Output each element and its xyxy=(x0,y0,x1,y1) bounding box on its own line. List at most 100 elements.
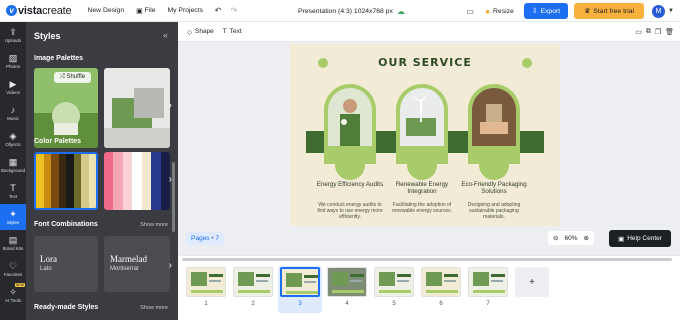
avatar[interactable]: M xyxy=(652,4,666,18)
comment-slide-icon[interactable]: ▭ xyxy=(635,28,642,36)
image-palette-1[interactable]: ⤮ Shuffle xyxy=(34,68,98,148)
duplicate-icon[interactable]: ⧉ xyxy=(646,28,651,36)
new-design-button[interactable]: New Design xyxy=(83,7,128,14)
rail-item-styles[interactable]: ✦ Styles xyxy=(0,204,26,230)
pages-badge[interactable]: Pages • 7 xyxy=(186,232,224,245)
zoom-out-icon[interactable]: ⊖ xyxy=(553,234,558,242)
color-palette-2[interactable] xyxy=(104,152,170,210)
image-palette-2[interactable] xyxy=(104,68,170,148)
font-combination-1[interactable]: Lora Lato xyxy=(34,236,98,292)
service-photo-1[interactable] xyxy=(328,88,372,146)
page-thumbnail-preview xyxy=(286,273,318,294)
trash-icon[interactable]: 🗑 xyxy=(665,28,674,36)
start-free-trial-button[interactable]: ♛ Start free trial xyxy=(574,3,645,19)
page-thumbnail[interactable] xyxy=(421,267,461,297)
resize-button[interactable]: ● Resize xyxy=(485,7,514,16)
new-design-label: New Design xyxy=(87,7,125,14)
palette-swatch xyxy=(58,154,66,208)
person-lightbulb-photo xyxy=(328,88,372,146)
rail-label: Brand Kits xyxy=(2,245,24,251)
color-palettes-heading: Color Palettes xyxy=(34,138,82,145)
palette-swatch xyxy=(113,152,123,210)
font-combinations-show-more[interactable]: Show more xyxy=(140,222,168,228)
service-title[interactable]: Renewable Energy Integration xyxy=(387,181,457,195)
zoom-level[interactable]: 60% xyxy=(564,235,577,242)
rail-item-background[interactable]: ▦ Background xyxy=(0,152,26,178)
ready-made-show-more[interactable]: Show more xyxy=(140,305,168,311)
shape-tool[interactable]: ◇ Shape xyxy=(187,28,214,36)
zoom-in-icon[interactable]: ⊕ xyxy=(583,234,588,242)
rail-label: Uploads xyxy=(4,37,22,43)
page-number: 3 xyxy=(298,301,302,307)
palette-swatch xyxy=(36,154,44,208)
panel-scrollbar[interactable] xyxy=(172,162,175,232)
page-thumbnail[interactable] xyxy=(233,267,273,297)
chevron-right-icon[interactable]: › xyxy=(169,260,172,271)
document-title-text: Presentation (4:3) 1024x768 px xyxy=(298,7,393,15)
document-title[interactable]: Presentation (4:3) 1024x768 px ☁ xyxy=(298,0,405,22)
decor-circle xyxy=(479,150,509,180)
page-number: 2 xyxy=(251,301,255,307)
logo-mark-icon: v xyxy=(6,5,17,16)
rail-item-objects[interactable]: ◈ Objects xyxy=(0,126,26,152)
collapse-panel-icon[interactable]: « xyxy=(163,30,168,40)
font-combinations-heading: Font Combinations xyxy=(34,221,98,228)
rail-item-favorites[interactable]: ♡ Favorites xyxy=(0,256,26,282)
chevron-down-icon[interactable]: ▼ xyxy=(668,8,674,14)
rail-item-music[interactable]: ♪ Music xyxy=(0,100,26,126)
service-photo-2[interactable] xyxy=(400,88,444,146)
undo-icon[interactable]: ↶ xyxy=(211,4,225,18)
rail-item-uploads[interactable]: ⇪ Uploads xyxy=(0,22,26,48)
page-thumbnail[interactable] xyxy=(327,267,367,297)
heart-icon: ♡ xyxy=(8,260,18,271)
comment-icon[interactable]: ▭ xyxy=(463,4,477,18)
rail-item-videos[interactable]: ▶ Videos xyxy=(0,74,26,100)
service-description[interactable]: We conduct energy audits to find ways to… xyxy=(315,202,385,220)
shuffle-button[interactable]: ⤮ Shuffle xyxy=(54,72,92,83)
font-combination-2[interactable]: Marmelad Montserrat xyxy=(104,236,170,292)
shuffle-label: Shuffle xyxy=(66,74,86,80)
vistacreate-logo[interactable]: v vista create xyxy=(6,5,72,17)
rail-label: Objects xyxy=(5,141,21,147)
rail-item-brand-kits[interactable]: ▤ Brand Kits xyxy=(0,230,26,256)
help-label: Help Center xyxy=(627,235,662,242)
color-palettes-show-more[interactable]: Show more xyxy=(140,139,168,145)
palette-swatch xyxy=(151,152,161,210)
page-thumbnail-preview xyxy=(191,272,223,293)
rail-label: Text xyxy=(8,193,18,199)
page-thumbnail-preview xyxy=(238,272,270,293)
rail-label: Favorites xyxy=(3,271,23,277)
ready-made-styles-heading: Ready-made Styles xyxy=(34,304,99,311)
service-description[interactable]: Designing and adopting sustainable packa… xyxy=(459,202,529,220)
shape-label: Shape xyxy=(195,28,214,35)
copy-icon[interactable]: ❐ xyxy=(655,28,661,36)
rail-item-photos[interactable]: ▨ Photos xyxy=(0,48,26,74)
palette-swatch xyxy=(141,152,152,210)
page-thumbnail[interactable] xyxy=(280,267,320,297)
slide-canvas[interactable]: OUR SERVICE Energy Efficiency Audits Ren… xyxy=(290,44,560,226)
add-page-button[interactable]: + xyxy=(515,267,549,297)
chevron-right-icon[interactable]: › xyxy=(169,100,172,111)
service-description[interactable]: Facilitating the adoption of renewable e… xyxy=(387,202,457,214)
my-projects-label: My Projects xyxy=(167,7,203,14)
decor-dot xyxy=(522,58,532,68)
file-menu[interactable]: ▣ File xyxy=(132,7,159,15)
page-thumbnail[interactable] xyxy=(468,267,508,297)
service-title[interactable]: Energy Efficiency Audits xyxy=(315,181,385,188)
slide-title[interactable]: OUR SERVICE xyxy=(290,56,560,69)
page-thumbnail[interactable] xyxy=(186,267,226,297)
redo-icon[interactable]: ↷ xyxy=(227,4,241,18)
text-tool[interactable]: T Text xyxy=(223,28,242,35)
palette-swatch xyxy=(43,154,51,208)
filmstrip-scrollbar[interactable] xyxy=(182,258,672,261)
my-projects-button[interactable]: My Projects xyxy=(163,7,207,14)
page-thumbnail[interactable] xyxy=(374,267,414,297)
rail-item-ai-tools[interactable]: NEW ✧ AI Tools xyxy=(0,282,26,308)
rail-label: Music xyxy=(7,115,19,121)
help-center-button[interactable]: ▣ Help Center xyxy=(609,230,671,247)
rail-item-text[interactable]: T Text xyxy=(0,178,26,204)
service-photo-3[interactable] xyxy=(472,88,516,146)
service-title[interactable]: Eco-Friendly Packaging Solutions xyxy=(459,181,529,195)
color-palette-1[interactable] xyxy=(34,152,98,210)
export-button[interactable]: ⇩ Export xyxy=(523,3,569,19)
